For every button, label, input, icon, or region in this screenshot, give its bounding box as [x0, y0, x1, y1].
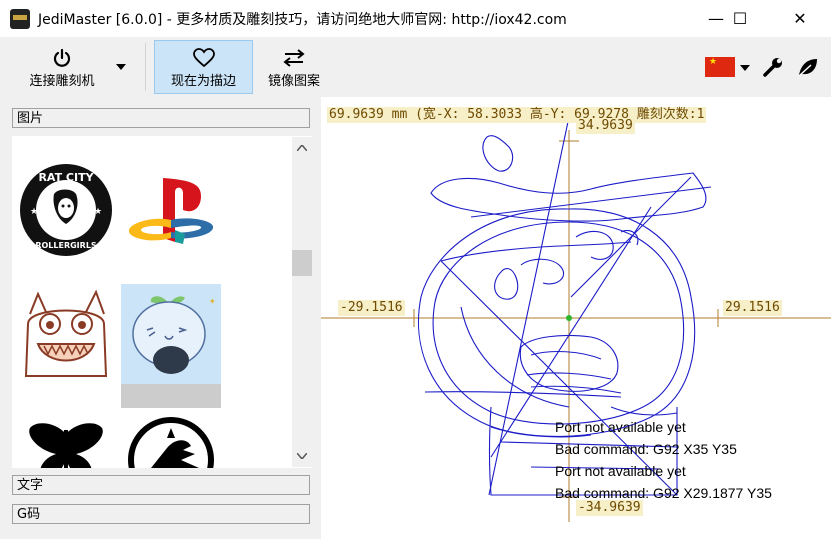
butterfly-icon [29, 423, 103, 468]
connect-button[interactable]: 连接雕刻机 [14, 41, 110, 93]
wrench-icon[interactable] [762, 56, 784, 78]
log-line: Bad command: G92 X29.1877 Y35 [555, 485, 772, 501]
thumbnail-bean-sprout[interactable]: ✦ [121, 284, 221, 408]
y-bottom-label: -34.9639 [576, 500, 643, 516]
log-line: Port not available yet [555, 463, 686, 479]
thumbnail-selection-bar [121, 384, 221, 408]
rollergirls-text: ROLLERGIRLS [35, 241, 97, 250]
mirror-button[interactable]: 镜像图案 [258, 41, 330, 93]
text-section-header[interactable]: 文字 [12, 475, 310, 495]
rat-city-text: RAT CITY [38, 171, 94, 184]
thumbnail-monster[interactable] [16, 284, 116, 384]
svg-text:★: ★ [94, 207, 102, 217]
heart-icon [192, 47, 215, 67]
swap-arrows-icon [283, 48, 305, 67]
thumbnail-bird-badge[interactable] [121, 408, 221, 468]
image-gallery[interactable]: RAT CITY ROLLERGIRLS ★ ★ ✦ [12, 136, 312, 468]
toolbar-separator [145, 43, 146, 91]
thumbnail-rat-city[interactable]: RAT CITY ROLLERGIRLS ★ ★ [16, 160, 116, 260]
canvas-info-line: 69.9639 mm (宽-X: 58.3033 高-Y: 69.9278 雕刻… [327, 107, 707, 123]
x-right-label: 29.1516 [723, 300, 782, 316]
thumbnail-playstation[interactable] [121, 160, 221, 260]
monster-cartoon-icon [24, 289, 108, 377]
trace-mode-label: 现在为描边 [170, 73, 236, 89]
language-flag-icon[interactable]: ★ [705, 57, 735, 77]
left-panel: 图片 RAT CITY ROLLERGIRLS ★ ★ ✦ 文字 G码 [0, 97, 321, 539]
log-line: Port not available yet [555, 419, 686, 435]
origin-marker [566, 315, 572, 321]
x-left-label: -29.1516 [338, 300, 405, 316]
connect-dropdown-button[interactable] [110, 41, 132, 93]
scroll-down-icon[interactable] [297, 453, 307, 459]
bean-sprout-cartoon-icon: ✦ [132, 296, 216, 374]
power-icon [53, 48, 71, 67]
scroll-up-icon[interactable] [297, 145, 307, 151]
close-button[interactable]: ✕ [777, 0, 823, 37]
bird-badge-icon [128, 417, 214, 468]
title-bar: JediMaster [6.0.0] - 更多材质及雕刻技巧，请访问绝地大师官网… [0, 0, 831, 37]
svg-text:★: ★ [30, 207, 38, 217]
window-title: JediMaster [6.0.0] - 更多材质及雕刻技巧，请访问绝地大师官网… [38, 12, 567, 28]
y-top-label: 34.9639 [576, 118, 635, 134]
dropdown-arrow-icon [116, 64, 126, 70]
rat-city-logo-icon: RAT CITY ROLLERGIRLS ★ ★ [20, 164, 112, 256]
thumbnail-butterfly[interactable] [16, 408, 116, 468]
scroll-thumb[interactable] [292, 250, 312, 276]
playstation-logo-icon [128, 178, 214, 244]
gallery-scrollbar[interactable] [292, 137, 312, 467]
maximize-button[interactable]: ☐ [717, 0, 763, 37]
app-logo-icon [10, 9, 30, 29]
language-dropdown-icon[interactable] [740, 65, 750, 71]
log-line: Bad command: G92 X35 Y35 [555, 441, 737, 457]
images-section-header[interactable]: 图片 [12, 108, 310, 128]
mirror-label: 镜像图案 [267, 73, 320, 89]
trace-mode-button[interactable]: 现在为描边 [154, 40, 253, 94]
engraving-canvas[interactable]: 69.9639 mm (宽-X: 58.3033 高-Y: 69.9278 雕刻… [321, 97, 831, 539]
leaf-icon[interactable] [797, 57, 819, 77]
toolbar: 连接雕刻机 现在为描边 镜像图案 ★ [0, 37, 831, 97]
connect-label: 连接雕刻机 [29, 73, 95, 89]
svg-text:✦: ✦ [209, 297, 216, 306]
gcode-section-header[interactable]: G码 [12, 504, 310, 524]
